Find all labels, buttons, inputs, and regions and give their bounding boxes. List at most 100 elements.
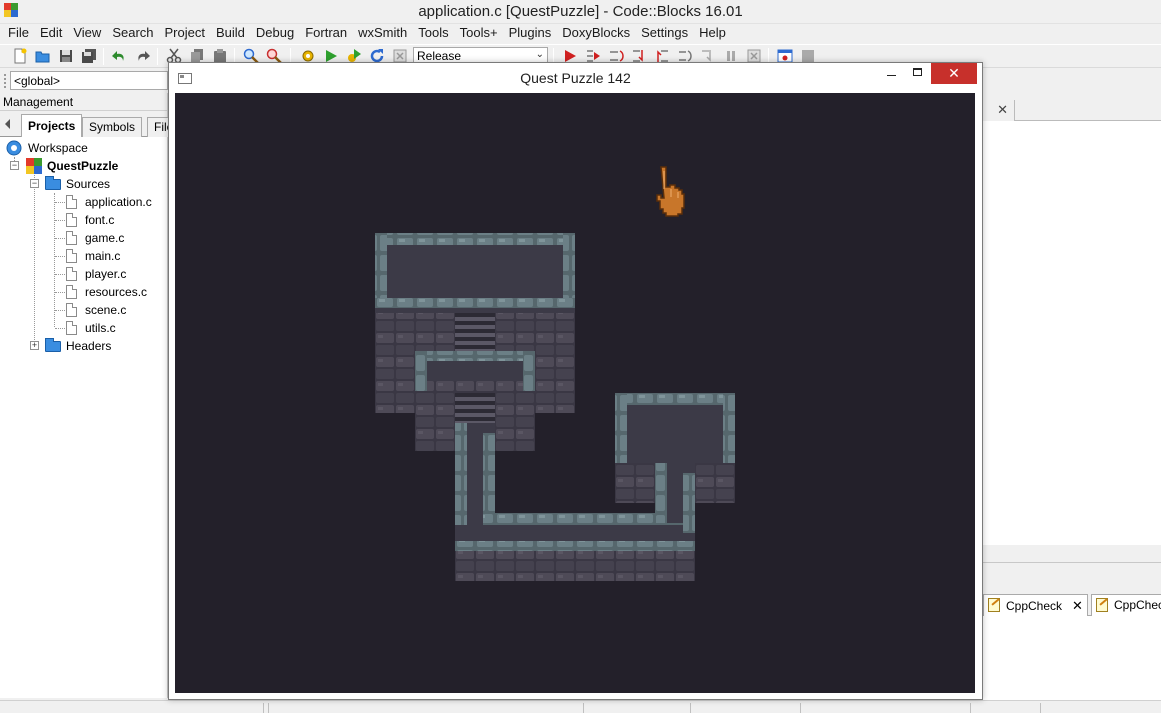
project-icon xyxy=(26,158,42,174)
toolbar-grip[interactable] xyxy=(4,74,7,88)
tree-item-label: main.c xyxy=(85,249,121,263)
file-icon xyxy=(66,249,77,263)
menu-fortran[interactable]: Fortran xyxy=(300,24,353,43)
tree-item-file[interactable]: game.c xyxy=(0,229,167,247)
status-divider xyxy=(690,703,691,713)
toolbar-separator xyxy=(157,48,158,65)
tree-item-label: player.c xyxy=(85,267,127,281)
menu-search[interactable]: Search xyxy=(107,24,159,43)
project-tree: Workspace − QuestPuzzle − Sources applic… xyxy=(0,137,167,355)
menu-tools[interactable]: Tools xyxy=(413,24,454,43)
logs-tabs: CppCheck ✕ CppCheck xyxy=(983,592,1161,616)
tab-cppcheck[interactable]: CppCheck ✕ xyxy=(983,594,1088,616)
menu-view[interactable]: View xyxy=(68,24,107,43)
tree-item-file[interactable]: player.c xyxy=(0,265,167,283)
minimize-button[interactable] xyxy=(877,63,905,84)
collapse-icon[interactable]: − xyxy=(10,161,19,170)
undo-icon[interactable] xyxy=(111,48,127,64)
tree-item-file[interactable]: scene.c xyxy=(0,301,167,319)
tree-item-label: QuestPuzzle xyxy=(47,159,119,173)
file-icon xyxy=(66,321,77,335)
code-completion-toolbar: <global> xyxy=(0,70,170,92)
tree-item-sources[interactable]: − Sources xyxy=(0,175,167,193)
status-divider xyxy=(970,703,971,713)
build-target-value: Release xyxy=(417,49,462,63)
tree-item-label: game.c xyxy=(85,231,125,245)
file-icon xyxy=(66,213,77,227)
close-button[interactable]: ✕ xyxy=(931,63,977,84)
close-icon[interactable]: ✕ xyxy=(1072,598,1083,613)
editor-area xyxy=(983,100,1161,545)
toolbar-separator xyxy=(103,48,104,65)
tree-item-file[interactable]: font.c xyxy=(0,211,167,229)
chevron-down-icon: ⌄ xyxy=(535,49,544,60)
menu-project[interactable]: Project xyxy=(160,24,211,43)
minimize-icon xyxy=(887,75,896,76)
cppcheck-icon xyxy=(1096,598,1108,612)
open-folder-icon[interactable] xyxy=(35,48,51,64)
close-icon[interactable]: ✕ xyxy=(997,102,1008,118)
tree-item-label: application.c xyxy=(85,195,152,209)
save-icon[interactable] xyxy=(58,48,74,64)
menu-bar: File Edit View Search Project Build Debu… xyxy=(0,24,1161,43)
maximize-button[interactable] xyxy=(905,63,931,84)
tab-label: CppCheck xyxy=(1006,599,1063,613)
logs-content xyxy=(983,616,1161,700)
management-title: Management xyxy=(0,93,167,111)
file-icon xyxy=(66,231,77,245)
menu-help[interactable]: Help xyxy=(694,24,732,43)
maximize-icon xyxy=(913,68,922,76)
menu-wxsmith[interactable]: wxSmith xyxy=(353,24,413,43)
tree-item-file[interactable]: resources.c xyxy=(0,283,167,301)
collapse-icon[interactable]: − xyxy=(30,179,39,188)
save-all-icon[interactable] xyxy=(81,48,97,64)
editor-tab-strip: ✕ xyxy=(983,100,1161,121)
file-icon xyxy=(66,195,77,209)
status-bar xyxy=(0,700,1161,713)
game-window-title: Quest Puzzle 142 xyxy=(520,70,631,86)
workspace-icon xyxy=(6,140,22,156)
tree-item-project[interactable]: − QuestPuzzle xyxy=(0,157,167,175)
management-tabs: Projects Symbols File xyxy=(0,111,168,137)
tree-item-label: scene.c xyxy=(85,303,127,317)
scope-select[interactable]: <global> xyxy=(10,71,168,90)
new-file-icon[interactable] xyxy=(12,48,28,64)
game-canvas[interactable] xyxy=(175,93,975,693)
tab-files[interactable]: File xyxy=(147,117,168,137)
redo-icon[interactable] xyxy=(135,48,151,64)
menu-plugins[interactable]: Plugins xyxy=(504,24,558,43)
menu-doxyblocks[interactable]: DoxyBlocks xyxy=(557,24,636,43)
tree-item-label: resources.c xyxy=(85,285,148,299)
file-icon xyxy=(66,285,77,299)
menu-tools-plus[interactable]: Tools+ xyxy=(455,24,504,43)
tab-cppcheck-messages[interactable]: CppCheck xyxy=(1091,594,1161,616)
tab-label: CppCheck xyxy=(1114,598,1161,612)
tree-item-label: utils.c xyxy=(85,321,116,335)
tree-item-file[interactable]: utils.c xyxy=(0,319,167,337)
tab-projects[interactable]: Projects xyxy=(21,114,83,137)
tree-item-workspace[interactable]: Workspace xyxy=(0,139,167,157)
menu-file[interactable]: File xyxy=(3,24,35,43)
logs-panel-header xyxy=(983,562,1161,588)
chevron-left-icon[interactable] xyxy=(5,119,10,129)
menu-debug[interactable]: Debug xyxy=(251,24,300,43)
tree-item-label: Headers xyxy=(66,339,112,353)
menu-settings[interactable]: Settings xyxy=(636,24,694,43)
tree-item-headers[interactable]: + Headers xyxy=(0,337,167,355)
tab-symbols[interactable]: Symbols xyxy=(82,117,143,137)
hand-cursor-icon xyxy=(656,166,685,217)
ide-window-title: application.c [QuestPuzzle] - Code::Bloc… xyxy=(418,3,743,20)
tree-item-label: font.c xyxy=(85,213,115,227)
status-divider xyxy=(1040,703,1041,713)
game-title-bar[interactable]: Quest Puzzle 142 ✕ xyxy=(169,63,982,93)
tree-item-file[interactable]: main.c xyxy=(0,247,167,265)
editor-tab[interactable]: ✕ xyxy=(983,100,1015,121)
dungeon-map xyxy=(375,166,735,581)
folder-icon xyxy=(45,338,61,352)
file-icon xyxy=(66,267,77,281)
menu-build[interactable]: Build xyxy=(211,24,251,43)
menu-edit[interactable]: Edit xyxy=(35,24,68,43)
expand-icon[interactable]: + xyxy=(30,341,39,350)
close-icon: ✕ xyxy=(948,65,960,81)
tree-item-file[interactable]: application.c xyxy=(0,193,167,211)
